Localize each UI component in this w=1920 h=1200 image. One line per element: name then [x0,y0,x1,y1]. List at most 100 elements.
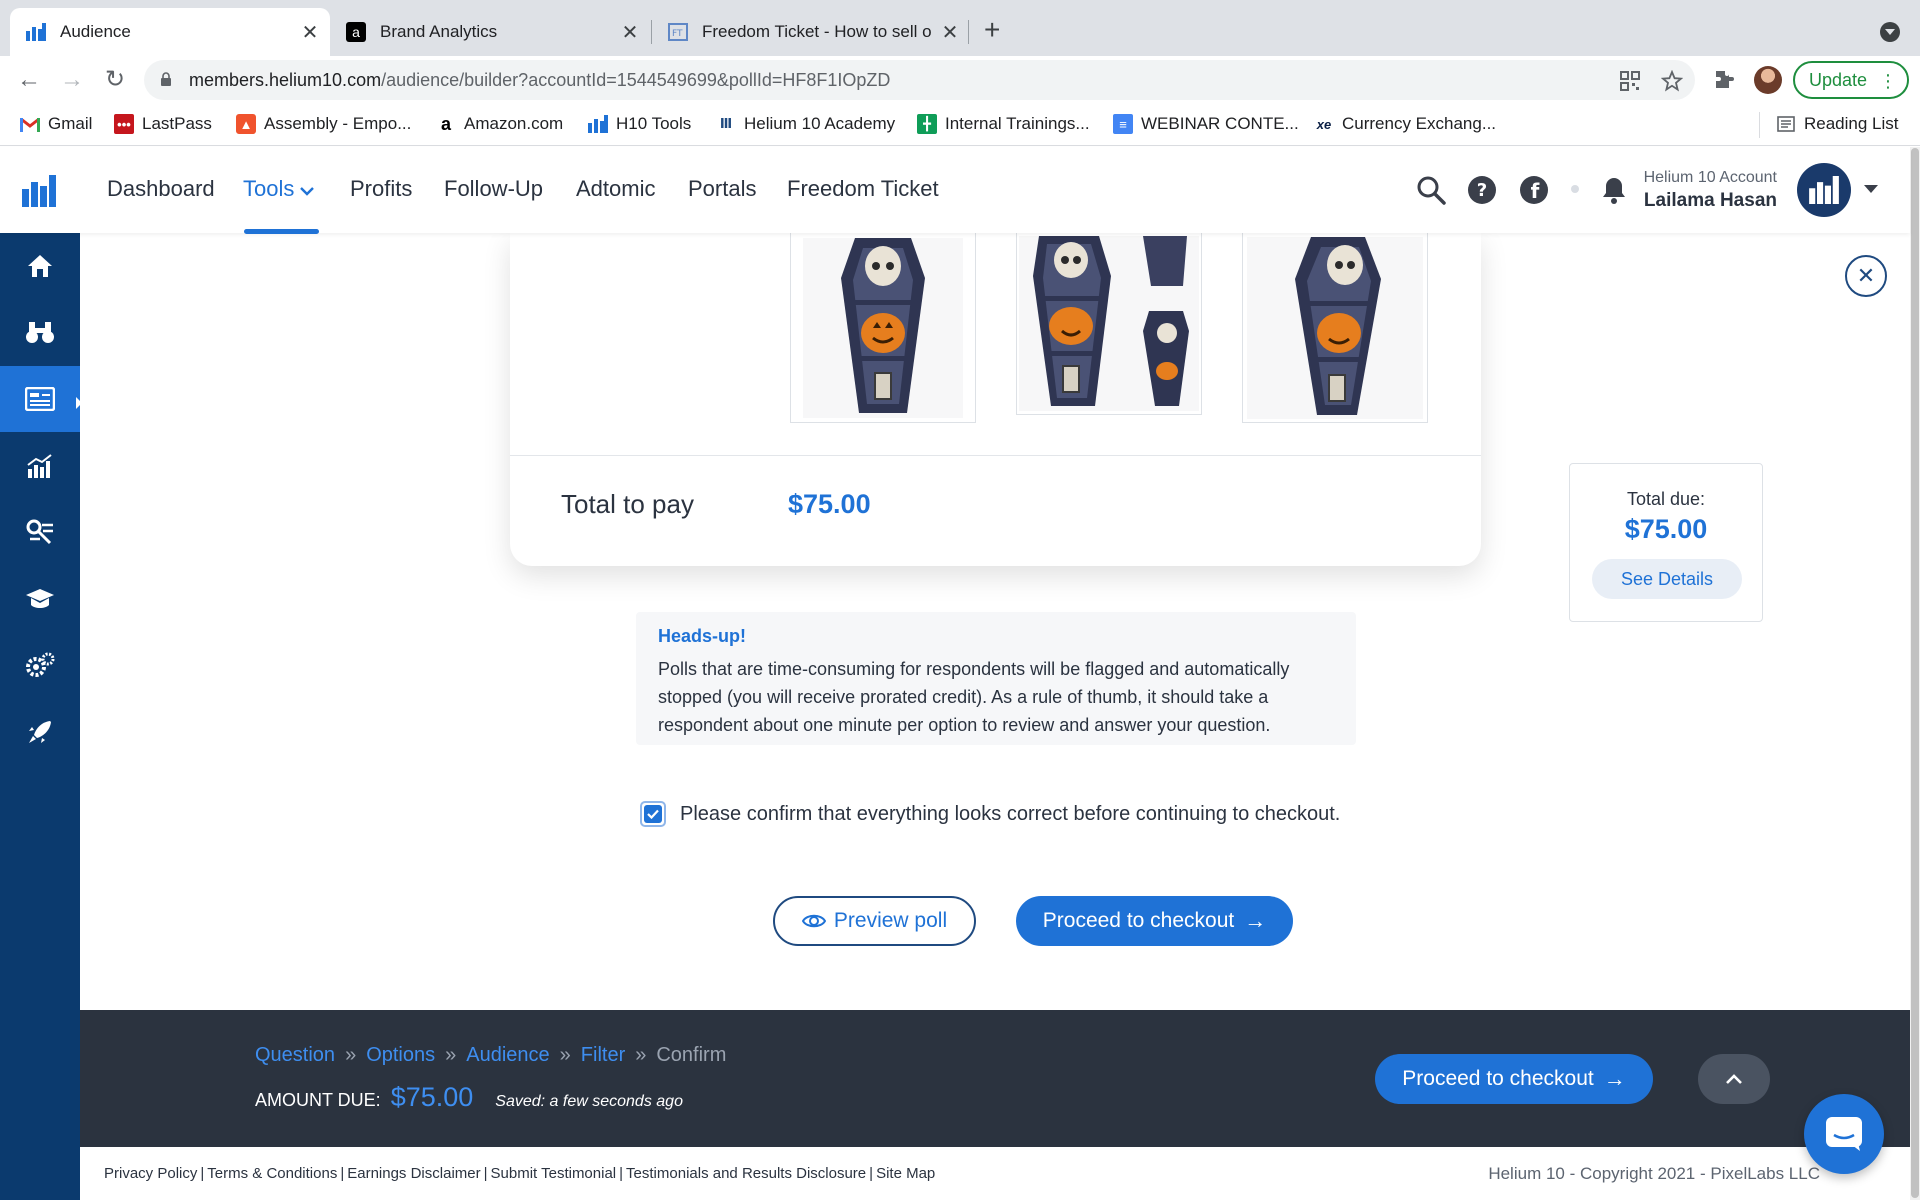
option-image-2[interactable] [1016,233,1202,415]
account-menu-caret-icon[interactable] [1864,185,1878,193]
forward-icon[interactable]: → [58,66,86,94]
option-image-1[interactable] [790,233,976,423]
nav-profits[interactable]: Profits [350,176,412,202]
proceed-to-checkout-button[interactable]: Proceed to checkout → [1016,896,1293,946]
confirm-text: Please confirm that everything looks cor… [680,802,1341,825]
preview-poll-button[interactable]: Preview poll [773,896,976,946]
confirm-checkbox[interactable] [640,801,666,827]
reload-icon[interactable]: ↻ [101,66,129,94]
arrow-right-icon: → [1603,1066,1626,1091]
status-dot [1571,185,1579,193]
close-tab-icon[interactable]: ✕ [620,20,640,45]
browser-tab-brand-analytics[interactable]: a Brand Analytics ✕ [330,8,650,56]
more-menu-icon[interactable]: ⋮ [1879,71,1897,92]
nav-dashboard[interactable]: Dashboard [107,176,215,202]
nav-follow-up[interactable]: Follow-Up [444,176,543,202]
active-nav-indicator [244,229,319,234]
footer-link-sitemap[interactable]: Site Map [876,1165,935,1182]
footer-link-privacy[interactable]: Privacy Policy [104,1165,197,1182]
back-icon[interactable]: ← [15,66,43,94]
step-question[interactable]: Question [255,1044,335,1066]
star-icon[interactable] [1661,70,1683,92]
bell-icon[interactable] [1599,175,1629,205]
xe-icon: xe [1316,116,1332,132]
update-button[interactable]: Update ⋮ [1793,61,1909,99]
nav-tools[interactable]: Tools [243,176,315,202]
extensions-icon[interactable] [1712,68,1736,92]
browser-toolbar: ← → ↻ members.helium10.com/audience/buil… [0,56,1920,104]
bookmark-label: H10 Tools [616,114,692,133]
reading-list[interactable]: Reading List [1776,114,1899,134]
help-icon[interactable]: ? [1467,175,1497,205]
tab-title: Freedom Ticket - How to sell o [702,22,932,41]
gmail-icon [20,114,40,134]
amazon-icon: a [440,113,451,134]
freedom-ticket-icon: FT [668,22,688,42]
tab-search-icon[interactable] [1880,22,1900,42]
tab-title: Audience [60,22,131,41]
account-avatar[interactable] [1797,163,1851,217]
browser-tab-freedom-ticket[interactable]: FT Freedom Ticket - How to sell o ✕ [652,8,970,56]
step-audience[interactable]: Audience [466,1044,549,1066]
bookmark-label: Currency Exchang... [1342,114,1497,133]
sidebar-item-audience[interactable] [0,366,80,432]
sidebar-item-analytics[interactable] [0,433,80,499]
bookmark-h10-tools[interactable]: H10 Tools [588,114,691,134]
facebook-icon[interactable]: f [1519,175,1549,205]
page-scrollbar[interactable] [1910,147,1920,1200]
helium10-logo-icon[interactable] [22,175,56,207]
close-tab-icon[interactable]: ✕ [940,20,960,45]
rocket-icon [29,721,51,743]
bookmark-gmail[interactable]: Gmail [20,114,92,134]
footer-link-earnings[interactable]: Earnings Disclaimer [347,1165,480,1182]
sidebar-item-launch[interactable] [0,699,80,765]
sidebar-item-research[interactable] [0,299,80,365]
scroll-to-top-button[interactable] [1698,1054,1770,1104]
bookmark-currency-exchange[interactable]: xe Currency Exchang... [1314,114,1496,134]
footer-link-testimonial[interactable]: Submit Testimonial [491,1165,617,1182]
sidebar-item-home[interactable] [0,233,80,299]
address-bar[interactable]: members.helium10.com/audience/builder?ac… [144,60,1695,100]
browser-tab-audience[interactable]: Audience ✕ [10,8,330,56]
nav-adtomic[interactable]: Adtomic [576,176,655,202]
sidebar-item-keywords[interactable] [0,499,80,565]
total-due-label: Total due: [1626,489,1706,509]
sidebar-item-academy[interactable] [0,566,80,632]
bookmark-helium10-academy[interactable]: Ⅲ Helium 10 Academy [716,114,895,134]
see-details-button[interactable]: See Details [1592,559,1742,599]
nav-freedom-ticket[interactable]: Freedom Ticket [787,176,939,202]
bookmarks-bar: Gmail ••• LastPass ▲ Assembly - Empo... … [0,104,1920,146]
step-options[interactable]: Options [366,1044,435,1066]
nav-portals[interactable]: Portals [688,176,756,202]
total-to-pay-value: $75.00 [788,489,871,519]
divider [510,455,1481,456]
footer-links: Privacy Policy | Terms & Conditions | Earnin… [104,1165,935,1182]
chat-icon [1826,1117,1862,1151]
url-text: members.helium10.com/audience/builder?ac… [189,70,890,91]
bookmark-amazon[interactable]: a Amazon.com [436,114,563,134]
new-tab-icon[interactable]: + [984,16,1000,44]
scrollbar-thumb[interactable] [1911,148,1919,1198]
footer-link-disclosure[interactable]: Testimonials and Results Disclosure [626,1165,866,1182]
bookmark-label: Gmail [48,114,93,133]
footer-link-terms[interactable]: Terms & Conditions [207,1165,337,1182]
close-tab-icon[interactable]: ✕ [300,20,320,45]
bookmark-internal-trainings[interactable]: ╋ Internal Trainings... [917,114,1090,134]
search-icon[interactable] [1416,175,1446,205]
account-label: Helium 10 Account [1643,169,1777,186]
stepbar-proceed-button[interactable]: Proceed to checkout → [1375,1054,1653,1104]
bookmark-webinar-content[interactable]: ≡ WEBINAR CONTE... [1113,114,1299,134]
chat-launcher-button[interactable] [1804,1094,1884,1174]
step-filter[interactable]: Filter [581,1044,625,1066]
docs-icon: ≡ [1113,114,1133,134]
profile-avatar[interactable] [1754,66,1782,94]
bookmark-lastpass[interactable]: ••• LastPass [114,114,212,134]
qr-code-icon[interactable] [1619,70,1641,92]
app-header: Dashboard Tools Profits Follow-Up Adtomi… [0,147,1910,234]
copyright: Helium 10 - Copyright 2021 - PixelLabs L… [1488,1164,1820,1183]
close-builder-button[interactable]: ✕ [1845,255,1887,297]
option-image-3[interactable] [1242,233,1428,423]
sidebar-item-settings[interactable] [0,632,80,698]
account-name[interactable]: Lailama Hasan [1644,190,1777,212]
bookmark-assembly[interactable]: ▲ Assembly - Empo... [236,114,411,134]
